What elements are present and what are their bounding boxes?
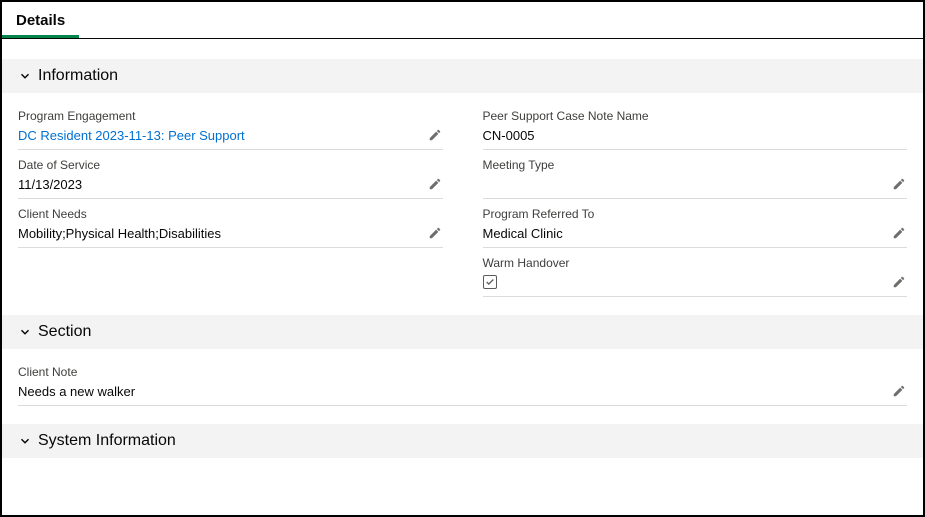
field-client-needs: Client Needs Mobility;Physical Health;Di…	[18, 207, 443, 248]
field-label: Client Note	[18, 365, 907, 379]
field-label: Program Engagement	[18, 109, 443, 123]
section-title: Information	[38, 67, 118, 85]
section-title: Section	[38, 323, 91, 341]
program-engagement-link[interactable]: DC Resident 2023-11-13: Peer Support	[18, 128, 427, 143]
field-value: Needs a new walker	[18, 384, 891, 399]
section-header-information[interactable]: Information	[2, 59, 923, 93]
field-meeting-type: Meeting Type	[483, 158, 908, 199]
field-label: Client Needs	[18, 207, 443, 221]
tab-details[interactable]: Details	[2, 2, 79, 38]
pencil-icon[interactable]	[891, 274, 907, 290]
checkbox-icon	[483, 275, 497, 289]
field-label: Warm Handover	[483, 256, 908, 270]
field-date-of-service: Date of Service 11/13/2023	[18, 158, 443, 199]
field-label: Date of Service	[18, 158, 443, 172]
details-panel: Details Information Program Engagement D…	[0, 0, 925, 517]
chevron-down-icon	[18, 325, 32, 339]
tab-bar: Details	[2, 2, 923, 39]
field-case-note-name: Peer Support Case Note Name CN-0005	[483, 109, 908, 150]
pencil-icon[interactable]	[427, 225, 443, 241]
field-value: CN-0005	[483, 128, 908, 143]
field-program-engagement: Program Engagement DC Resident 2023-11-1…	[18, 109, 443, 150]
pencil-icon[interactable]	[427, 176, 443, 192]
section-header-system[interactable]: System Information	[2, 424, 923, 458]
field-client-note: Client Note Needs a new walker	[18, 365, 907, 406]
field-value: 11/13/2023	[18, 177, 427, 192]
chevron-down-icon	[18, 69, 32, 83]
field-value: Medical Clinic	[483, 226, 892, 241]
pencil-icon[interactable]	[891, 225, 907, 241]
field-label: Program Referred To	[483, 207, 908, 221]
section-title: System Information	[38, 432, 176, 450]
section-body-section: Client Note Needs a new walker	[2, 349, 923, 424]
field-warm-handover: Warm Handover	[483, 256, 908, 297]
pencil-icon[interactable]	[891, 383, 907, 399]
chevron-down-icon	[18, 434, 32, 448]
field-value	[483, 275, 892, 290]
field-label: Peer Support Case Note Name	[483, 109, 908, 123]
field-value: Mobility;Physical Health;Disabilities	[18, 226, 427, 241]
field-label: Meeting Type	[483, 158, 908, 172]
pencil-icon[interactable]	[891, 176, 907, 192]
section-header-section[interactable]: Section	[2, 315, 923, 349]
field-program-referred: Program Referred To Medical Clinic	[483, 207, 908, 248]
pencil-icon[interactable]	[427, 127, 443, 143]
section-body-information: Program Engagement DC Resident 2023-11-1…	[2, 93, 923, 315]
